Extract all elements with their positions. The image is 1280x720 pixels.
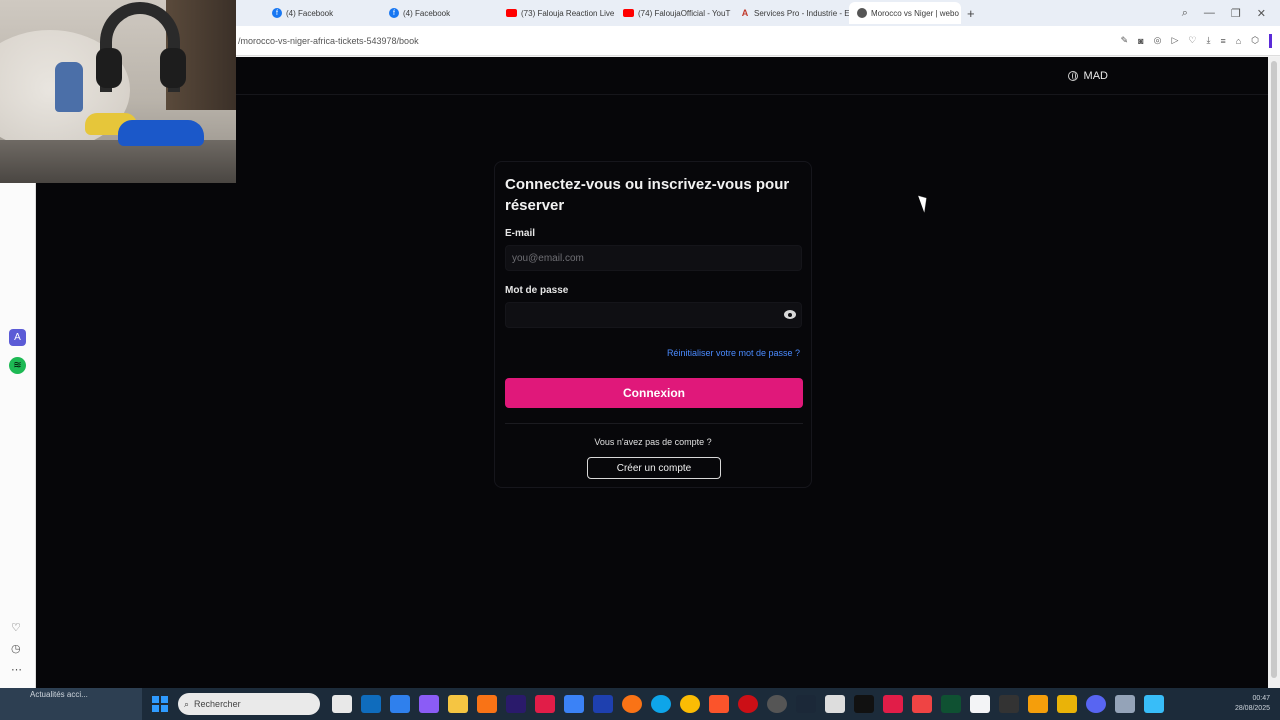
app-icon[interactable] [1028, 695, 1048, 713]
youtube-icon [506, 9, 517, 17]
clock-date: 28/08/2025 [1234, 705, 1270, 712]
app-icon[interactable] [883, 695, 903, 713]
tab-facebook-2[interactable]: f (4) Facebook [381, 2, 498, 24]
document-icon[interactable] [970, 695, 990, 713]
windows-taskbar: Actualités acci... ⌕ Rechercher 00:47 28… [0, 688, 1280, 720]
profile-accent [1269, 33, 1272, 48]
login-card: Connectez-vous ou inscrivez-vous pour ré… [494, 161, 812, 488]
taskbar-search[interactable]: ⌕ Rechercher [178, 693, 320, 715]
taskbar-apps [332, 695, 1164, 713]
tab-services-pro[interactable]: A Services Pro - Industrie - E [732, 2, 849, 24]
premiere-icon[interactable] [506, 695, 526, 713]
tab-youtube-1[interactable]: (73) Falouja Reaction Live [498, 2, 615, 24]
app-icon[interactable] [593, 695, 613, 713]
maximize-icon[interactable]: ❐ [1231, 7, 1241, 20]
opera-icon[interactable] [738, 695, 758, 713]
chrome-icon[interactable] [680, 695, 700, 713]
lock-icon[interactable]: ⌂ [1236, 36, 1241, 46]
app-icon[interactable] [999, 695, 1019, 713]
more-icon[interactable]: ⋯ [11, 663, 22, 676]
file-icon[interactable] [332, 695, 352, 713]
tab-morocco-vs-niger[interactable]: Morocco vs Niger | webo [849, 2, 961, 24]
browser-sidebar: A ≋ ♡ ◷ ⋯ [0, 183, 36, 688]
close-icon[interactable]: ✕ [1257, 7, 1266, 20]
address-bar: /morocco-vs-niger-africa-tickets-543978/… [236, 26, 1280, 56]
store-icon[interactable] [361, 695, 381, 713]
email-label: E-mail [505, 228, 536, 239]
globe-icon [1067, 71, 1078, 81]
history-icon[interactable]: ◷ [11, 642, 21, 655]
news-widget-label: Actualités acci... [30, 690, 88, 699]
minimize-icon[interactable]: — [1204, 7, 1215, 20]
extension-icon[interactable]: ⬡ [1251, 35, 1259, 46]
browser-tab-bar: f (4) Facebook f (4) Facebook (73) Falou… [236, 0, 1280, 26]
window-controls: ⌕ — ❐ ✕ [1182, 7, 1280, 20]
create-account-button[interactable]: Créer un compte [587, 457, 721, 479]
system-clock[interactable]: 00:47 28/08/2025 [1235, 694, 1280, 714]
search-icon: ⌕ [184, 698, 190, 709]
app-icon[interactable] [1144, 695, 1164, 713]
email-field[interactable] [505, 245, 802, 271]
heart-outline-icon[interactable]: ♡ [11, 621, 21, 634]
no-account-text: Vous n'avez pas de compte ? [594, 437, 712, 447]
youtube-icon [623, 9, 634, 17]
camera-icon[interactable]: ◙ [1138, 36, 1143, 46]
facebook-icon: f [272, 8, 282, 18]
currency-label: MAD [1083, 70, 1108, 82]
app-store-icon[interactable]: A [9, 329, 26, 346]
discord-icon[interactable] [1086, 695, 1106, 713]
reset-password-link[interactable]: Réinitialiser votre mot de passe ? [667, 348, 800, 358]
search-tabs-icon[interactable]: ⌕ [1182, 7, 1188, 20]
globe-icon [857, 8, 867, 18]
blue-car-image [118, 120, 204, 146]
heart-icon[interactable]: ♡ [1188, 35, 1196, 46]
services-icon: A [741, 8, 749, 18]
shield-icon[interactable]: ◎ [1154, 35, 1162, 46]
app-icon[interactable] [535, 695, 555, 713]
edge-icon[interactable] [651, 695, 671, 713]
tab-facebook-1[interactable]: f (4) Facebook [264, 2, 381, 24]
new-tab-button[interactable]: + [961, 6, 981, 21]
login-button[interactable]: Connexion [505, 378, 803, 408]
currency-selector[interactable]: MAD [1067, 70, 1108, 82]
login-title: Connectez-vous ou inscrivez-vous pour ré… [505, 176, 790, 214]
edit-icon[interactable]: ✎ [1121, 35, 1129, 46]
app-icon[interactable] [941, 695, 961, 713]
address-bar-icons: ✎ ◙ ◎ ▷ ♡ ⤓ ≡ ⌂ ⬡ [1121, 33, 1280, 48]
url-text[interactable]: /morocco-vs-niger-africa-tickets-543978/… [236, 36, 419, 46]
brave-icon[interactable] [709, 695, 729, 713]
play-icon[interactable]: ▷ [1171, 35, 1178, 46]
password-field[interactable] [505, 302, 802, 328]
password-label: Mot de passe [505, 285, 569, 296]
windows-start-icon[interactable] [152, 696, 168, 712]
app-icon[interactable] [767, 695, 787, 713]
menu-icon[interactable]: ≡ [1220, 36, 1225, 46]
divider [505, 423, 803, 424]
app-icon[interactable] [1057, 695, 1077, 713]
notepad-icon[interactable] [564, 695, 584, 713]
taskbar-search-placeholder: Rechercher [194, 699, 241, 709]
spotify-icon[interactable]: ≋ [9, 357, 26, 374]
download-icon[interactable]: ⤓ [1206, 35, 1210, 46]
app-icon[interactable] [1115, 695, 1135, 713]
tab-youtube-2[interactable]: (74) FaloujaOfficial - YouT [615, 2, 732, 24]
tiktok-icon[interactable] [854, 695, 874, 713]
vivaldi-icon[interactable] [912, 695, 932, 713]
facebook-icon: f [389, 8, 399, 18]
figurine-image [55, 62, 83, 112]
app-icon[interactable] [390, 695, 410, 713]
app-icon[interactable] [825, 695, 845, 713]
app-icon[interactable] [419, 695, 439, 713]
show-password-icon[interactable] [784, 310, 796, 319]
news-widget[interactable]: Actualités acci... [0, 688, 142, 720]
page-scrollbar[interactable] [1268, 57, 1280, 688]
clock-time: 00:47 [1252, 695, 1270, 702]
app-icon[interactable] [477, 695, 497, 713]
steam-icon[interactable] [796, 695, 816, 713]
scrollbar-thumb[interactable] [1271, 61, 1277, 678]
firefox-icon[interactable] [622, 695, 642, 713]
folder-icon[interactable] [448, 695, 468, 713]
webcam-overlay [0, 0, 236, 183]
